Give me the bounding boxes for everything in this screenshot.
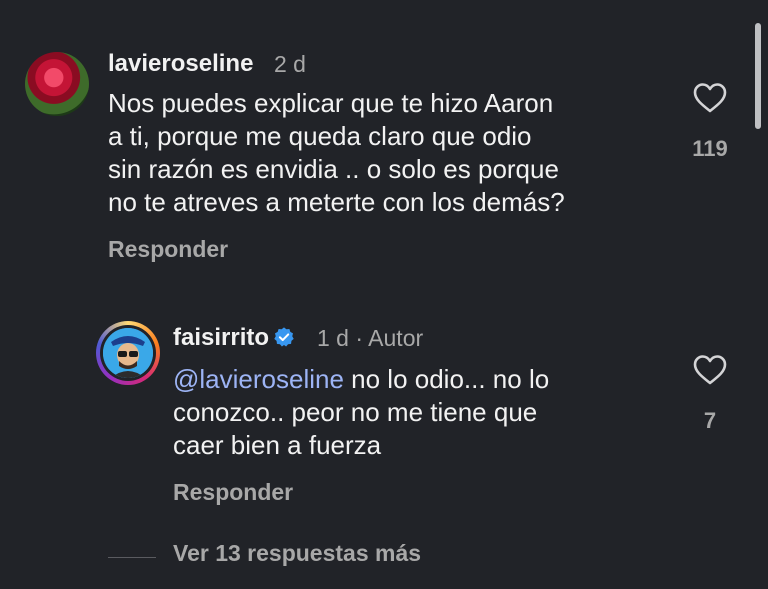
like-count: 119: [692, 136, 728, 161]
comment-text-line: a ti, porque me queda claro que odio: [108, 121, 532, 151]
reply-meta: 1 d · Autor: [317, 325, 423, 352]
avatar-illustration: [103, 328, 153, 378]
comment-time: 2 d: [274, 51, 306, 77]
reply-time: 1 d: [317, 325, 349, 351]
comment-username[interactable]: lavieroseline: [108, 50, 253, 78]
reply-text-line: conozco.. peor no me tiene que: [173, 397, 538, 427]
reply-button[interactable]: Responder: [108, 236, 228, 263]
author-label: Autor: [368, 325, 424, 351]
comment-text-line: sin razón es envidia .. o solo es porque: [108, 154, 559, 184]
view-more-replies-button[interactable]: Ver 13 respuestas más: [173, 540, 421, 567]
divider-line: [108, 557, 156, 558]
reply-text-line: caer bien a fuerza: [173, 430, 382, 460]
mention-link[interactable]: @lavieroseline: [173, 364, 344, 394]
reply-username[interactable]: faisirrito: [173, 324, 299, 352]
reply-text-line: @lavieroseline no lo odio... no lo: [173, 363, 549, 396]
reply-username-text[interactable]: faisirrito: [173, 324, 269, 351]
comments-panel: lavieroseline 2 d Nos puedes explicar qu…: [0, 0, 768, 589]
comment-text-line: no te atreves a meterte con los demás?: [108, 187, 565, 217]
heart-outline-icon[interactable]: [693, 354, 727, 386]
scrollbar-thumb[interactable]: [755, 23, 761, 129]
heart-outline-icon[interactable]: [693, 82, 727, 114]
meta-separator: ·: [355, 325, 364, 351]
verified-badge-icon: [274, 327, 294, 347]
reply-button[interactable]: Responder: [173, 479, 293, 506]
comment-text-line: Nos puedes explicar que te hizo Aaron: [108, 88, 554, 118]
like-count: 7: [703, 408, 717, 433]
avatar[interactable]: [96, 321, 160, 385]
reply-text-segment: no lo odio... no lo: [343, 364, 550, 394]
avatar[interactable]: [25, 52, 89, 116]
